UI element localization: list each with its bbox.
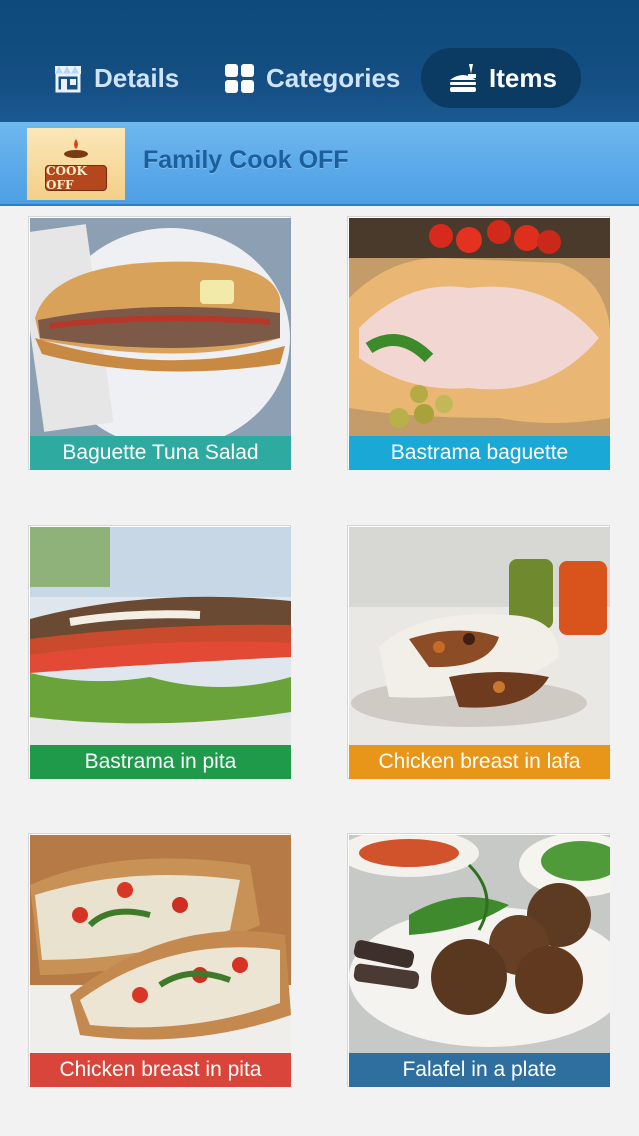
item-name: Baguette Tuna Salad bbox=[30, 436, 291, 470]
item-photo bbox=[30, 835, 291, 1053]
tab-details[interactable]: Details bbox=[52, 48, 179, 108]
chef-hat-icon bbox=[64, 139, 88, 158]
item-card[interactable]: Bastrama baguette bbox=[347, 216, 610, 470]
item-card[interactable]: Chicken breast in pita bbox=[28, 833, 291, 1087]
store-icon bbox=[52, 62, 84, 94]
tab-categories[interactable]: Categories bbox=[224, 48, 400, 108]
item-photo bbox=[30, 218, 291, 436]
item-photo bbox=[349, 527, 610, 745]
tab-categories-label: Categories bbox=[266, 62, 401, 93]
item-card[interactable]: Falafel in a plate bbox=[347, 833, 610, 1087]
store-header: COOK OFF Family Cook OFF bbox=[0, 122, 639, 206]
store-logo[interactable]: COOK OFF bbox=[27, 128, 125, 200]
logo-text: COOK OFF bbox=[45, 164, 107, 192]
item-name: Falafel in a plate bbox=[349, 1053, 610, 1087]
item-card[interactable]: Bastrama in pita bbox=[28, 525, 291, 779]
tab-details-label: Details bbox=[94, 62, 180, 93]
grid-icon bbox=[224, 62, 256, 94]
item-name: Chicken breast in lafa bbox=[349, 745, 610, 779]
tab-items-label: Items bbox=[489, 62, 557, 93]
item-name: Bastrama in pita bbox=[30, 745, 291, 779]
item-card[interactable]: Chicken breast in lafa bbox=[347, 525, 610, 779]
item-name: Bastrama baguette bbox=[349, 436, 610, 470]
items-grid: Baguette Tuna Salad Bastrama baguette Ba… bbox=[0, 206, 639, 1136]
tab-items[interactable]: Items bbox=[421, 48, 581, 108]
item-photo bbox=[349, 218, 610, 436]
store-name: Family Cook OFF bbox=[143, 146, 349, 174]
item-name: Chicken breast in pita bbox=[30, 1053, 291, 1087]
item-photo bbox=[30, 527, 291, 745]
item-photo bbox=[349, 835, 610, 1053]
top-nav-bar: Details Categories Items bbox=[0, 0, 639, 122]
food-icon bbox=[447, 62, 479, 94]
item-card[interactable]: Baguette Tuna Salad bbox=[28, 216, 291, 470]
